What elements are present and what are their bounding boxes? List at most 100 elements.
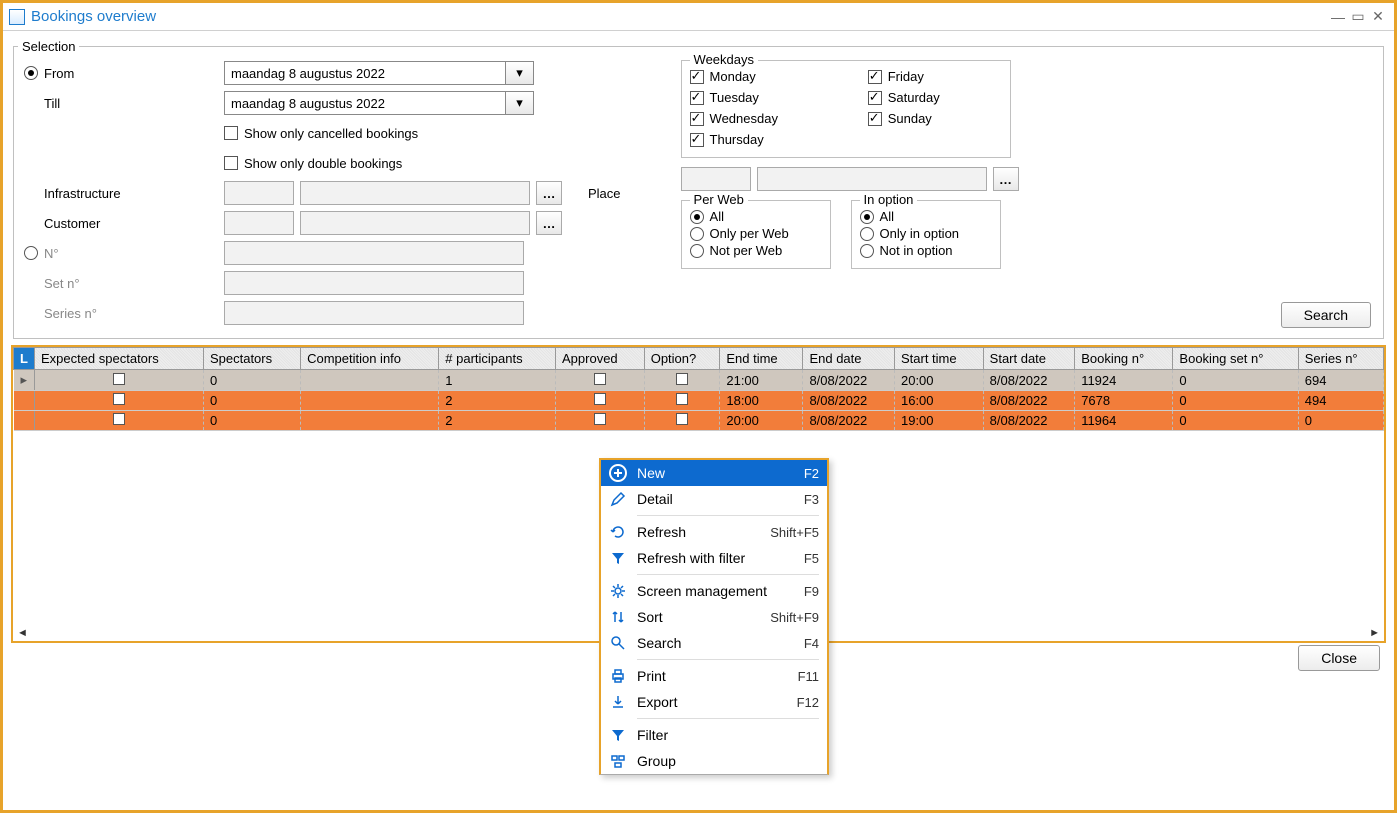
- perweb-radio-2[interactable]: [690, 244, 704, 258]
- option-checkbox[interactable]: [676, 393, 688, 405]
- menu-item-sort[interactable]: Sort Shift+F9: [601, 604, 827, 630]
- infrastructure-browse-button[interactable]: …: [536, 181, 562, 205]
- column-header[interactable]: Spectators: [203, 348, 300, 370]
- table-cell[interactable]: 8/08/2022: [803, 391, 895, 411]
- column-header[interactable]: Start date: [983, 348, 1075, 370]
- cancelled-checkbox[interactable]: [224, 126, 238, 140]
- from-date-dropdown-icon[interactable]: ▾: [505, 62, 533, 84]
- table-cell[interactable]: 8/08/2022: [983, 411, 1075, 431]
- option-checkbox[interactable]: [676, 413, 688, 425]
- double-checkbox[interactable]: [224, 156, 238, 170]
- table-cell[interactable]: 0: [203, 391, 300, 411]
- table-cell[interactable]: 20:00: [894, 370, 983, 391]
- seriesn-input[interactable]: [224, 301, 524, 325]
- table-cell[interactable]: 8/08/2022: [803, 411, 895, 431]
- expected-spectators-checkbox[interactable]: [113, 393, 125, 405]
- table-cell[interactable]: 0: [1298, 411, 1383, 431]
- search-button[interactable]: Search: [1281, 302, 1371, 328]
- weekday-checkbox-tuesday[interactable]: [690, 91, 704, 105]
- weekday-checkbox-monday[interactable]: [690, 70, 704, 84]
- row-header[interactable]: [14, 391, 35, 411]
- menu-item-detail[interactable]: Detail F3: [601, 486, 827, 512]
- table-cell[interactable]: [644, 411, 720, 431]
- menu-item-group[interactable]: Group: [601, 748, 827, 774]
- table-cell[interactable]: [301, 411, 439, 431]
- place-browse-button[interactable]: …: [993, 167, 1019, 191]
- place-name-input[interactable]: [757, 167, 987, 191]
- table-cell[interactable]: [644, 370, 720, 391]
- maximize-button[interactable]: ▭: [1348, 8, 1368, 25]
- menu-item-refresh-with-filter[interactable]: Refresh with filter F5: [601, 545, 827, 571]
- table-cell[interactable]: 0: [203, 411, 300, 431]
- weekday-checkbox-saturday[interactable]: [868, 91, 882, 105]
- table-cell[interactable]: 0: [1173, 411, 1298, 431]
- column-header[interactable]: # participants: [439, 348, 556, 370]
- table-row[interactable]: ▸0121:008/08/202220:008/08/2022119240694: [14, 370, 1384, 391]
- table-cell[interactable]: [556, 370, 645, 391]
- from-radio[interactable]: [24, 66, 38, 80]
- place-code-input[interactable]: [681, 167, 751, 191]
- table-cell[interactable]: [34, 411, 203, 431]
- column-header[interactable]: End time: [720, 348, 803, 370]
- table-cell[interactable]: 2: [439, 391, 556, 411]
- table-row[interactable]: 0218:008/08/202216:008/08/202276780494: [14, 391, 1384, 411]
- table-cell[interactable]: 21:00: [720, 370, 803, 391]
- customer-name-input[interactable]: [300, 211, 530, 235]
- table-cell[interactable]: 19:00: [894, 411, 983, 431]
- column-header[interactable]: Option?: [644, 348, 720, 370]
- weekday-checkbox-thursday[interactable]: [690, 133, 704, 147]
- perweb-radio-0[interactable]: [690, 210, 704, 224]
- expected-spectators-checkbox[interactable]: [113, 373, 125, 385]
- table-cell[interactable]: 0: [1173, 391, 1298, 411]
- close-button-bottom[interactable]: Close: [1298, 645, 1380, 671]
- table-cell[interactable]: [644, 391, 720, 411]
- weekday-checkbox-friday[interactable]: [868, 70, 882, 84]
- table-corner[interactable]: L: [14, 348, 35, 370]
- table-cell[interactable]: 8/08/2022: [983, 370, 1075, 391]
- approved-checkbox[interactable]: [594, 373, 606, 385]
- column-header[interactable]: Start time: [894, 348, 983, 370]
- weekday-checkbox-sunday[interactable]: [868, 112, 882, 126]
- table-cell[interactable]: 18:00: [720, 391, 803, 411]
- table-cell[interactable]: 11924: [1075, 370, 1173, 391]
- weekday-checkbox-wednesday[interactable]: [690, 112, 704, 126]
- scroll-right-icon[interactable]: ►: [1369, 627, 1380, 639]
- column-header[interactable]: Booking n°: [1075, 348, 1173, 370]
- table-cell[interactable]: [34, 370, 203, 391]
- till-date-dropdown-icon[interactable]: ▾: [505, 92, 533, 114]
- table-cell[interactable]: 7678: [1075, 391, 1173, 411]
- table-cell[interactable]: 494: [1298, 391, 1383, 411]
- close-button[interactable]: ✕: [1368, 8, 1388, 25]
- menu-item-new[interactable]: New F2: [601, 460, 827, 486]
- table-row[interactable]: 0220:008/08/202219:008/08/20221196400: [14, 411, 1384, 431]
- menu-item-export[interactable]: Export F12: [601, 689, 827, 715]
- inoption-radio-1[interactable]: [860, 227, 874, 241]
- table-cell[interactable]: [556, 391, 645, 411]
- expected-spectators-checkbox[interactable]: [113, 413, 125, 425]
- table-cell[interactable]: [301, 370, 439, 391]
- column-header[interactable]: Competition info: [301, 348, 439, 370]
- approved-checkbox[interactable]: [594, 393, 606, 405]
- n-input[interactable]: [224, 241, 524, 265]
- customer-browse-button[interactable]: …: [536, 211, 562, 235]
- table-cell[interactable]: 20:00: [720, 411, 803, 431]
- column-header[interactable]: Approved: [556, 348, 645, 370]
- table-cell[interactable]: 694: [1298, 370, 1383, 391]
- menu-item-search[interactable]: Search F4: [601, 630, 827, 656]
- minimize-button[interactable]: —: [1328, 9, 1348, 25]
- column-header[interactable]: Expected spectators: [34, 348, 203, 370]
- infrastructure-code-input[interactable]: [224, 181, 294, 205]
- table-cell[interactable]: 11964: [1075, 411, 1173, 431]
- option-checkbox[interactable]: [676, 373, 688, 385]
- table-cell[interactable]: 0: [1173, 370, 1298, 391]
- table-cell[interactable]: 1: [439, 370, 556, 391]
- inoption-radio-2[interactable]: [860, 244, 874, 258]
- column-header[interactable]: Series n°: [1298, 348, 1383, 370]
- inoption-radio-0[interactable]: [860, 210, 874, 224]
- perweb-radio-1[interactable]: [690, 227, 704, 241]
- menu-item-screen-management[interactable]: Screen management F9: [601, 578, 827, 604]
- till-date-field[interactable]: maandag 8 augustus 2022 ▾: [224, 91, 534, 115]
- infrastructure-name-input[interactable]: [300, 181, 530, 205]
- n-radio[interactable]: [24, 246, 38, 260]
- row-header[interactable]: [14, 411, 35, 431]
